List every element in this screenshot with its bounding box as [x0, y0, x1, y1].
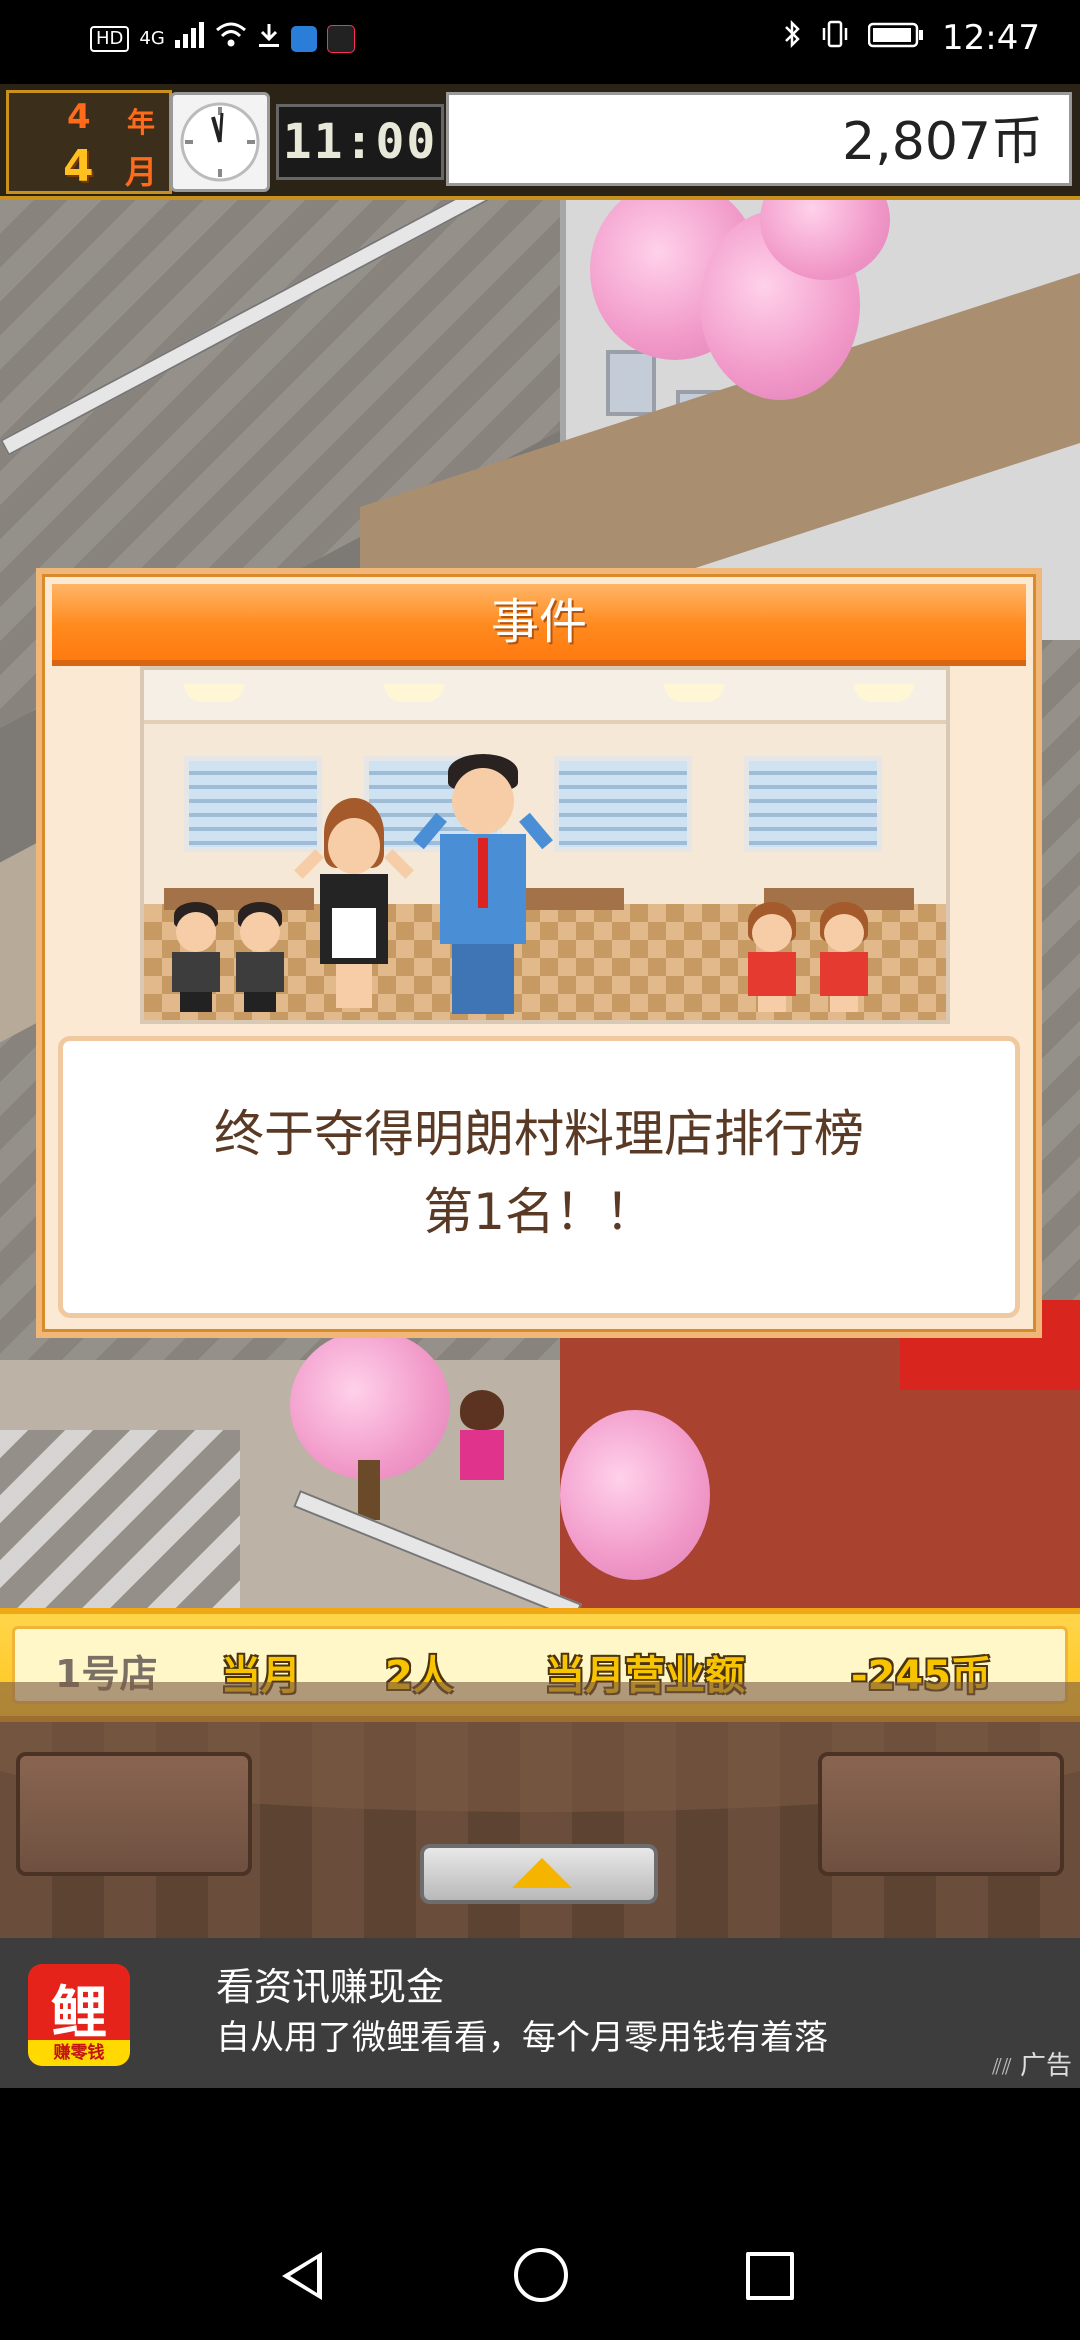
- crosswalk: [0, 1430, 240, 1608]
- home-icon[interactable]: [514, 2248, 568, 2302]
- logo-character: 鲤: [51, 1981, 107, 2046]
- tree-trunk: [358, 1460, 380, 1520]
- game-time: 11:00: [276, 104, 444, 180]
- ad-tag: ⫽⫽ 广告: [992, 2045, 1072, 2082]
- event-message: 终于夺得明朗村料理店排行榜 第1名！！: [63, 1095, 1015, 1251]
- waiter-character: [166, 902, 226, 1012]
- manager-character: [413, 754, 553, 1020]
- status-right: 12:47: [782, 18, 1040, 58]
- status-time: 12:47: [942, 18, 1040, 58]
- year-number: 4: [67, 97, 91, 137]
- wifi-icon: [215, 22, 247, 55]
- month-label: 月: [125, 153, 158, 191]
- signal-icon: [174, 22, 205, 55]
- waitress-character: [814, 902, 874, 1012]
- ad-tag-label: 广告: [1019, 2051, 1072, 2081]
- message-line-1: 终于夺得明朗村料理店排行榜: [214, 1105, 864, 1163]
- expand-menu-button[interactable]: [420, 1844, 658, 1904]
- vibrate-icon: [820, 18, 850, 58]
- waiter-character: [230, 902, 290, 1012]
- logo-subtitle: 赚零钱: [28, 2040, 130, 2066]
- right-menu-button[interactable]: [818, 1752, 1064, 1876]
- ad-mark-icon: ⫽⫽: [992, 2055, 1012, 2080]
- download-icon: [257, 22, 281, 55]
- navigation-bar: [0, 2088, 1080, 2340]
- back-icon[interactable]: [282, 2252, 322, 2300]
- pedestrian: [460, 1390, 504, 1480]
- ad-banner[interactable]: 鲤 赚零钱 看资讯赚现金 自从用了微鲤看看，每个月零用钱有着落 ⫽⫽ 广告: [0, 1938, 1080, 2088]
- game-hud: 4 年 4 月 11:00 2,807币: [0, 84, 1080, 200]
- event-dialog[interactable]: 事件 终于夺得明朗村料理店排行榜 第1名！！: [36, 568, 1042, 1338]
- control-panel: [0, 1682, 1080, 1938]
- network-type: 4G: [139, 28, 165, 49]
- app-logo-icon: 鲤 赚零钱: [28, 1964, 130, 2066]
- cherry-tree: [560, 1410, 710, 1580]
- ad-body: 自从用了微鲤看看，每个月零用钱有着落: [216, 2018, 828, 2058]
- money-display: 2,807币: [446, 92, 1072, 186]
- status-left: HD 4G: [90, 22, 355, 55]
- left-menu-button[interactable]: [16, 1752, 252, 1876]
- ad-title: 看资讯赚现金: [216, 1965, 445, 2009]
- fence: [0, 200, 560, 456]
- dialog-titlebar: 事件: [52, 584, 1026, 666]
- date-panel: 4 年 4 月: [6, 90, 172, 194]
- tiktok-icon: [326, 24, 355, 53]
- dialog-title: 事件: [490, 594, 587, 650]
- arrow-up-icon: [512, 1858, 572, 1888]
- month-number: 4: [63, 141, 94, 192]
- event-illustration: [140, 666, 950, 1024]
- clock-icon: [170, 92, 270, 192]
- message-line-2: 第1名！！: [423, 1183, 655, 1241]
- battery-icon: [867, 18, 924, 58]
- bluetooth-icon: [782, 18, 802, 58]
- recent-apps-icon[interactable]: [746, 2252, 794, 2300]
- cherry-tree: [290, 1330, 450, 1480]
- hd-icon: HD: [90, 25, 130, 52]
- maid-character: [294, 798, 414, 1018]
- waitress-character: [742, 902, 802, 1012]
- message-box[interactable]: 终于夺得明朗村料理店排行榜 第1名！！: [58, 1036, 1020, 1318]
- year-label: 年: [127, 106, 156, 139]
- app-icon: [290, 25, 317, 52]
- status-bar: HD 4G 12:47: [0, 0, 1080, 84]
